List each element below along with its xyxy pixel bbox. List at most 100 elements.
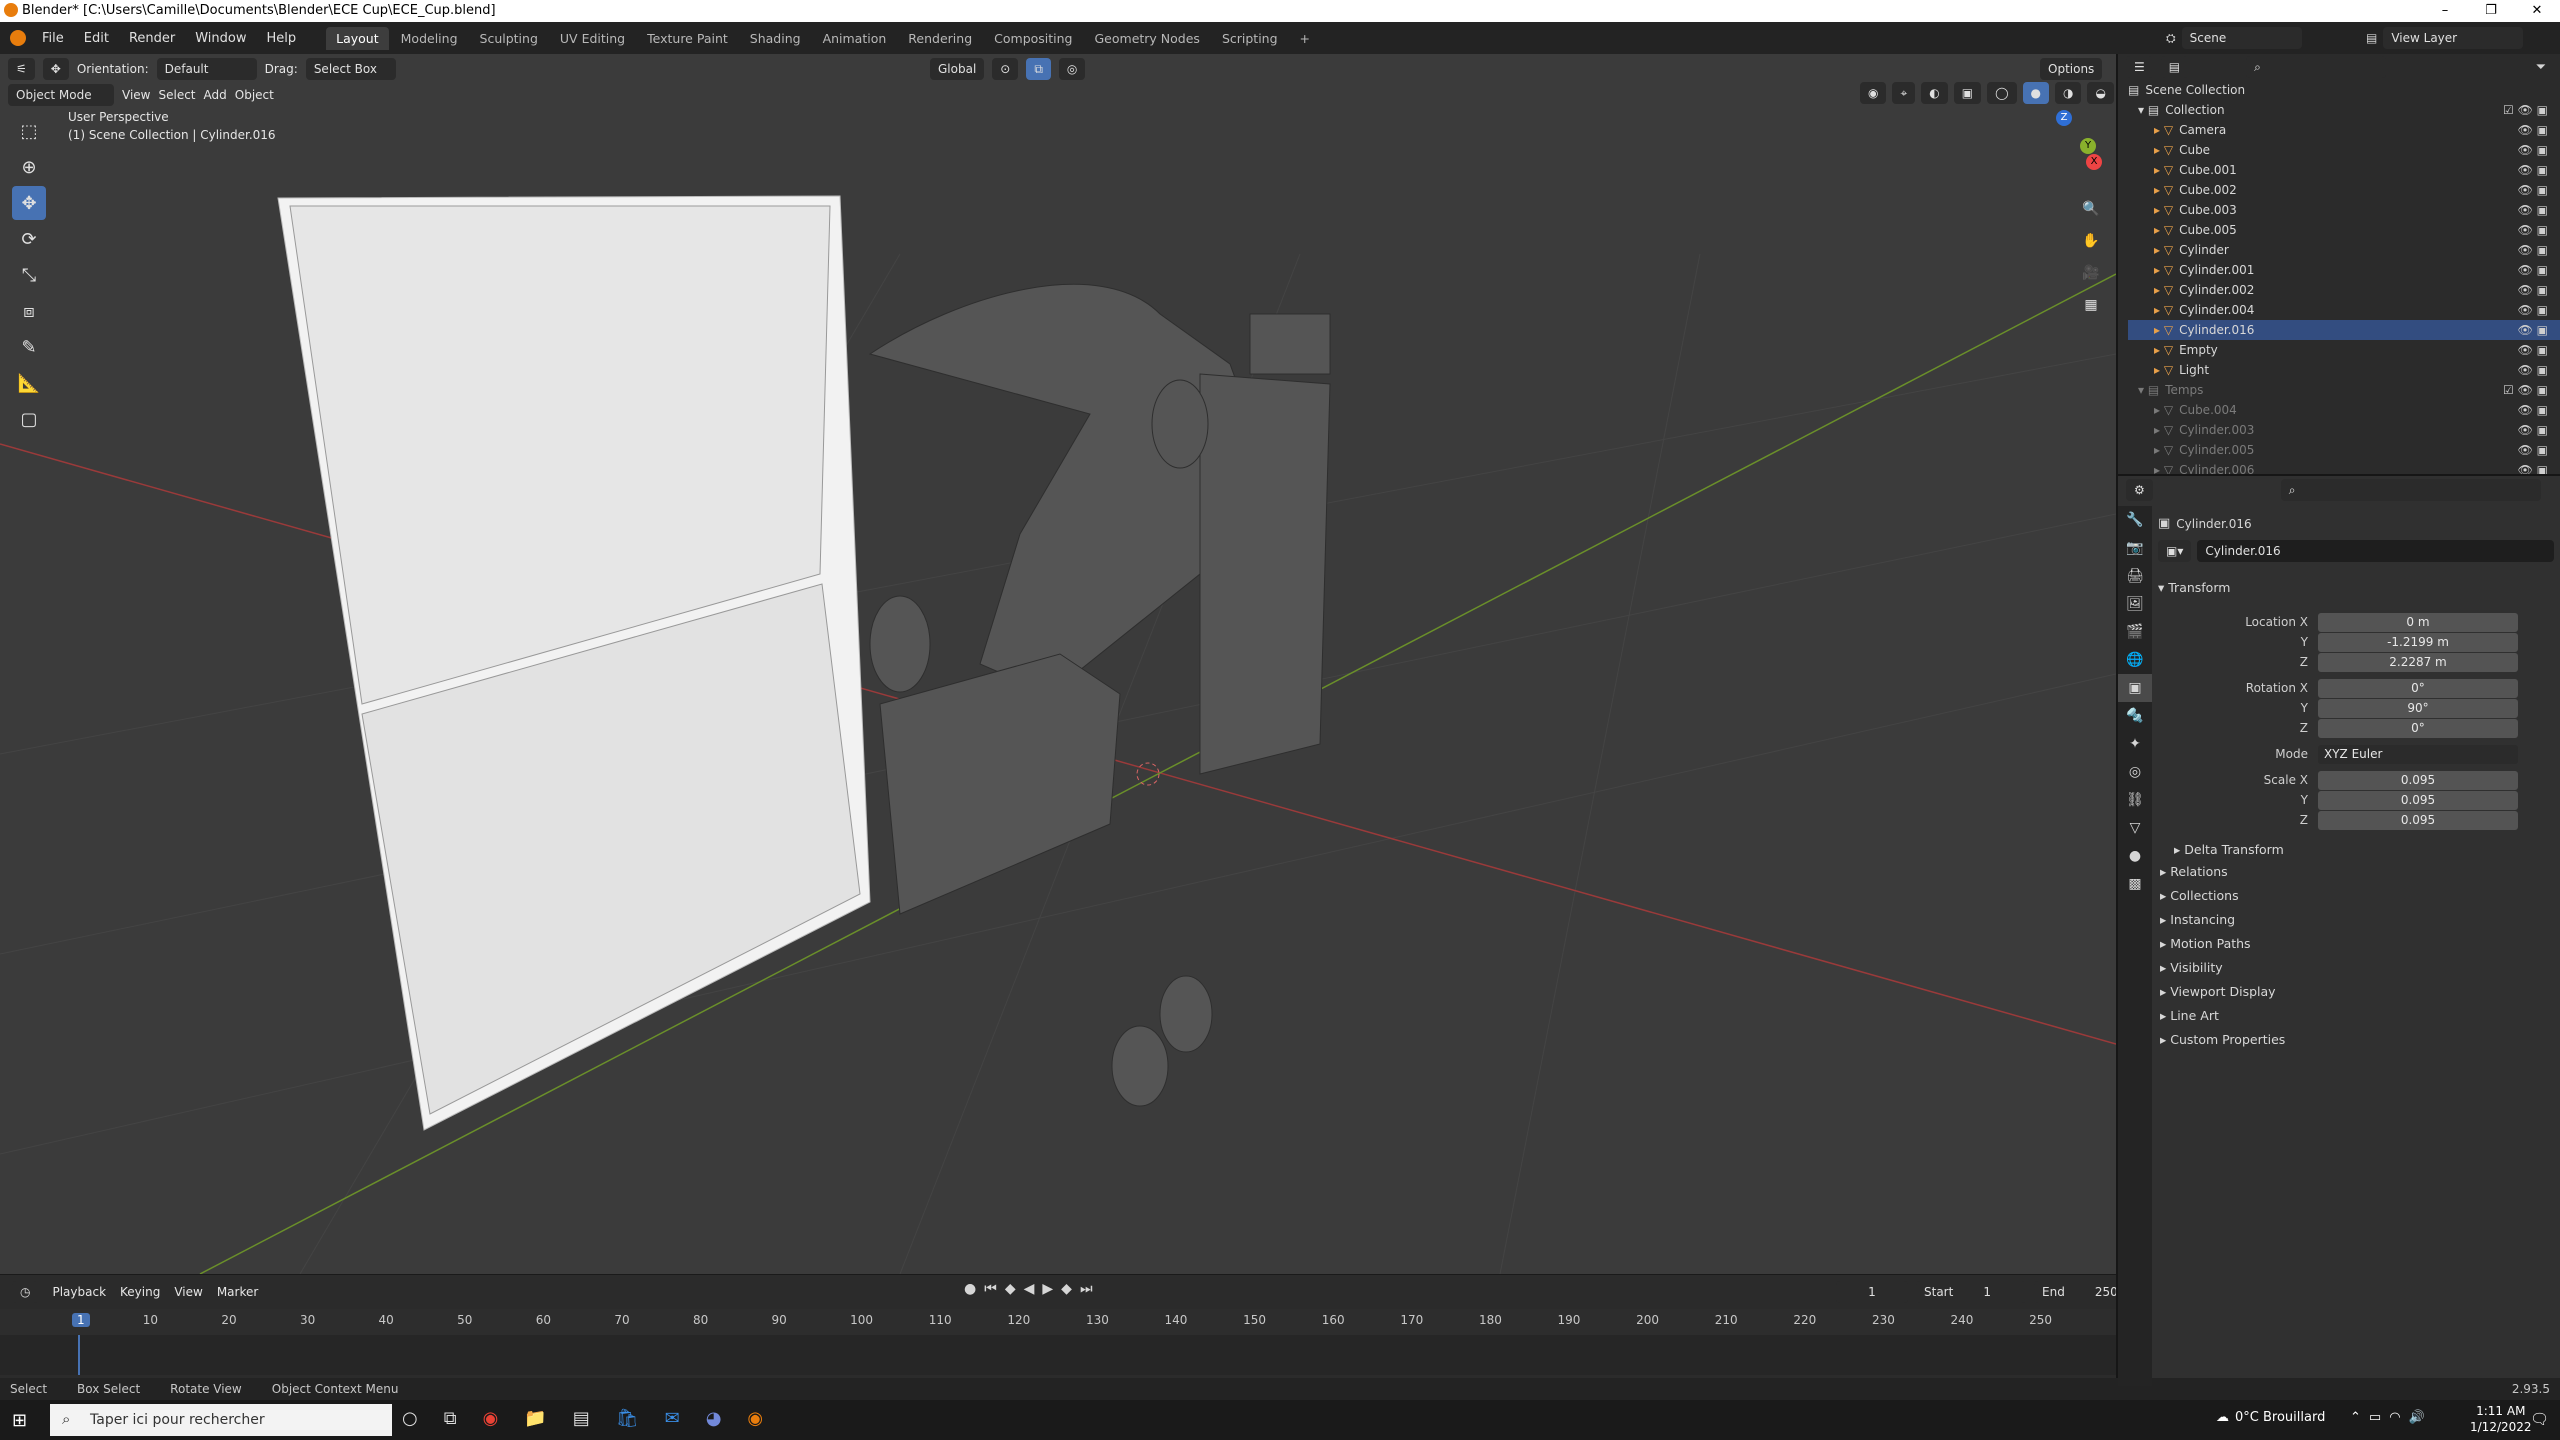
marker-menu[interactable]: Marker xyxy=(217,1285,258,1299)
cursor-tool-icon[interactable]: ⊕ xyxy=(12,150,46,184)
visibility-icon[interactable]: ◉ xyxy=(1860,82,1887,104)
property-panel-header[interactable]: ▸ Relations xyxy=(2160,864,2228,879)
blender-taskbar-icon[interactable]: ◉ xyxy=(747,1408,763,1429)
options-dropdown[interactable]: Options xyxy=(2040,58,2103,80)
outliner-item[interactable]: ▸ ▽ Cube.003 👁 ▣ xyxy=(2128,200,2560,220)
location-y-field[interactable]: -1.2199 m xyxy=(2318,632,2518,652)
tab-uv-editing[interactable]: UV Editing xyxy=(550,27,635,50)
visibility-toggle-icon[interactable]: 👁 ▣ xyxy=(2518,163,2548,177)
maximize-button[interactable]: ❐ xyxy=(2468,0,2514,22)
visibility-toggle-icon[interactable]: 👁 ▣ xyxy=(2518,243,2548,257)
outliner-item[interactable]: ▸ ▽ Cube.001 👁 ▣ xyxy=(2128,160,2560,180)
outliner-temp-item[interactable]: ▸ ▽ Cylinder.005 👁 ▣ xyxy=(2128,440,2560,460)
wifi-icon[interactable]: ◠ xyxy=(2389,1410,2400,1425)
display-mode-icon[interactable]: ▤ xyxy=(2160,56,2189,78)
outliner-temp-item[interactable]: ▸ ▽ Cylinder.003 👁 ▣ xyxy=(2128,420,2560,440)
menu-window[interactable]: Window xyxy=(185,31,256,46)
notification-icon[interactable]: 🗨 xyxy=(2530,1410,2549,1428)
visibility-toggle-icon[interactable]: 👁 ▣ xyxy=(2518,403,2548,417)
solid-shading-icon[interactable]: ● xyxy=(2022,82,2049,104)
tab-modeling[interactable]: Modeling xyxy=(391,27,468,50)
view-menu[interactable]: View xyxy=(122,88,150,102)
tab-texture-paint[interactable]: Texture Paint xyxy=(637,27,738,50)
outliner-item[interactable]: ▸ ▽ Empty 👁 ▣ xyxy=(2128,340,2560,360)
add-workspace-button[interactable]: + xyxy=(1290,27,1320,50)
particles-tab-icon[interactable]: ✦ xyxy=(2118,730,2152,758)
menu-render[interactable]: Render xyxy=(119,31,185,46)
jump-start-icon[interactable]: ⏮ xyxy=(984,1281,997,1297)
visibility-toggle-icon[interactable]: 👁 ▣ xyxy=(2518,363,2548,377)
tab-geometry-nodes[interactable]: Geometry Nodes xyxy=(1085,27,1210,50)
texture-tab-icon[interactable]: ▩ xyxy=(2118,870,2152,898)
physics-tab-icon[interactable]: ◎ xyxy=(2118,758,2152,786)
temps-visibility-icon[interactable]: ☑ 👁 ▣ xyxy=(2503,383,2548,397)
blender-menu-icon[interactable] xyxy=(10,30,26,46)
rotation-y-field[interactable]: 90° xyxy=(2318,698,2518,718)
gizmo-z-axis[interactable]: Z xyxy=(2056,110,2072,126)
prev-keyframe-icon[interactable]: ◆ xyxy=(1005,1281,1016,1297)
pivot-point-icon[interactable]: ⊙ xyxy=(992,58,1019,80)
transform-space-dropdown[interactable]: Global xyxy=(930,58,985,80)
world-tab-icon[interactable]: 🌐 xyxy=(2118,646,2152,674)
temps-collection-row[interactable]: ▾ ▤ Temps ☑ 👁 ▣ xyxy=(2128,380,2560,400)
data-tab-icon[interactable]: ▽ xyxy=(2118,814,2152,842)
current-frame-field[interactable]: 1 xyxy=(1836,1281,1908,1303)
record-icon[interactable]: ● xyxy=(964,1281,976,1297)
collection-visibility-icon[interactable]: ☑ 👁 ▣ xyxy=(2503,103,2548,117)
transform-tool-icon[interactable]: ⧈ xyxy=(12,294,46,328)
clock[interactable]: 1:11 AM 1/12/2022 xyxy=(2470,1403,2532,1435)
visibility-toggle-icon[interactable]: 👁 ▣ xyxy=(2518,223,2548,237)
outliner-temp-item[interactable]: ▸ ▽ Cube.004 👁 ▣ xyxy=(2128,400,2560,420)
wireframe-shading-icon[interactable]: ◯ xyxy=(1987,82,2017,104)
visibility-toggle-icon[interactable]: 👁 ▣ xyxy=(2518,283,2548,297)
taskbar-search[interactable]: ⌕ Taper ici pour rechercher xyxy=(50,1404,392,1436)
tab-scripting[interactable]: Scripting xyxy=(1212,27,1288,50)
collection-row[interactable]: ▾ ▤ Collection ☑ 👁 ▣ xyxy=(2128,100,2560,120)
rotate-tool-icon[interactable]: ⟳ xyxy=(12,222,46,256)
close-button[interactable]: ✕ xyxy=(2514,0,2560,22)
outliner-item[interactable]: ▸ ▽ Light 👁 ▣ xyxy=(2128,360,2560,380)
rotation-x-field[interactable]: 0° xyxy=(2318,678,2518,698)
weather-widget[interactable]: ☁ 0°C Brouillard xyxy=(2216,1410,2325,1425)
outliner-item[interactable]: ▸ ▽ Cube.005 👁 ▣ xyxy=(2128,220,2560,240)
property-panel-header[interactable]: ▸ Line Art xyxy=(2160,1008,2219,1023)
visibility-toggle-icon[interactable]: 👁 ▣ xyxy=(2518,303,2548,317)
tab-animation[interactable]: Animation xyxy=(813,27,897,50)
scale-z-field[interactable]: 0.095 xyxy=(2318,810,2518,830)
gizmo-toggle-icon[interactable]: ⌖ xyxy=(1892,82,1916,104)
xray-icon[interactable]: ▣ xyxy=(1953,82,1982,104)
gizmo-y-axis[interactable]: Y xyxy=(2080,138,2096,154)
delta-transform-header[interactable]: ▸ Delta Transform xyxy=(2174,842,2284,857)
mail-icon[interactable]: ✉ xyxy=(665,1408,680,1429)
material-shading-icon[interactable]: ◑ xyxy=(2055,82,2082,104)
scene-tab-icon[interactable]: 🎬 xyxy=(2118,618,2152,646)
scale-y-field[interactable]: 0.095 xyxy=(2318,790,2518,810)
measure-tool-icon[interactable]: 📐 xyxy=(12,366,46,400)
timeline-editor-type-icon[interactable]: ◷ xyxy=(12,1281,39,1303)
keying-menu[interactable]: Keying xyxy=(120,1285,160,1299)
data-type-icon[interactable]: ▣▾ xyxy=(2158,540,2192,562)
tab-sculpting[interactable]: Sculpting xyxy=(470,27,548,50)
start-frame-field[interactable]: Start 1 xyxy=(1916,1281,2026,1303)
discord-icon[interactable]: ◕ xyxy=(706,1408,722,1429)
location-z-field[interactable]: 2.2287 m xyxy=(2318,652,2518,672)
property-panel-header[interactable]: ▸ Viewport Display xyxy=(2160,984,2276,999)
outliner-search-input[interactable]: ⌕ xyxy=(2246,56,2387,78)
add-menu[interactable]: Add xyxy=(204,88,227,102)
visibility-toggle-icon[interactable]: 👁 ▣ xyxy=(2518,183,2548,197)
timeline-track[interactable] xyxy=(0,1335,2116,1375)
drag-dropdown[interactable]: Select Box xyxy=(305,58,396,80)
jump-end-icon[interactable]: ⏭ xyxy=(1080,1281,1093,1297)
visibility-toggle-icon[interactable]: 👁 ▣ xyxy=(2518,263,2548,277)
app-icon[interactable]: ▤ xyxy=(573,1408,590,1429)
material-tab-icon[interactable]: ● xyxy=(2118,842,2152,870)
select-tool-icon[interactable]: ⬚ xyxy=(12,114,46,148)
next-keyframe-icon[interactable]: ◆ xyxy=(1061,1281,1072,1297)
editor-type-icon[interactable]: ⚟ xyxy=(8,58,35,80)
property-panel-header[interactable]: ▸ Custom Properties xyxy=(2160,1032,2285,1047)
task-view-icon[interactable]: ⧉ xyxy=(444,1408,457,1429)
visibility-toggle-icon[interactable]: 👁 ▣ xyxy=(2518,323,2548,337)
object-tab-icon[interactable]: ▣ xyxy=(2118,674,2152,702)
view-layer-field[interactable]: View Layer xyxy=(2383,27,2524,49)
scene-field[interactable]: Scene xyxy=(2181,27,2302,49)
